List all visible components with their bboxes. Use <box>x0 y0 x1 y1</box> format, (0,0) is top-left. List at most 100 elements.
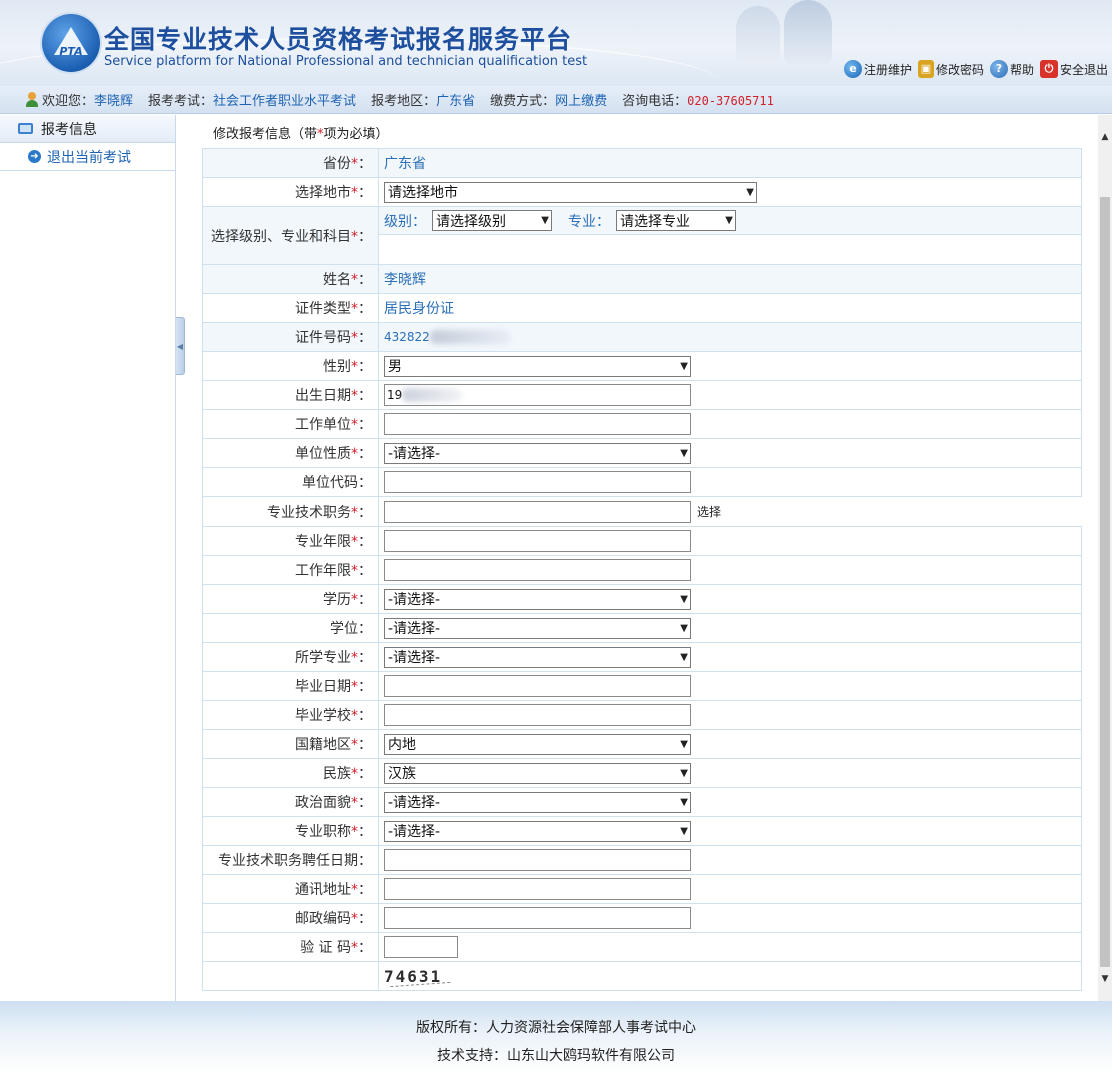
title-job-input[interactable] <box>384 500 691 523</box>
nationality-select[interactable]: 内地 ▼ <box>384 733 691 755</box>
form-row-level-major: 选择级别、专业和科目*： 级别： 请选择级别 ▼ 专业： 请选择专业 ▼ <box>202 206 1082 265</box>
form-row-address: 通讯地址*： <box>202 874 1082 904</box>
form-row-appoint-date: 专业技术职务聘任日期： <box>202 845 1082 875</box>
form-row-id-type: 证件类型*： 居民身份证 <box>202 293 1082 323</box>
ethnic-select[interactable]: 汉族 ▼ <box>384 762 691 784</box>
site-subtitle: Service platform for National Profession… <box>104 54 588 69</box>
monitor-icon <box>18 123 33 134</box>
level-select[interactable]: 请选择级别 ▼ <box>432 210 552 231</box>
pro-title-select[interactable]: -请选择- ▼ <box>384 820 691 842</box>
chevron-down-icon: ▼ <box>680 651 688 663</box>
form-row-gender: 性别*： 男 ▼ <box>202 351 1082 381</box>
form-row-birth-date: 出生日期*： 19 <box>202 380 1082 410</box>
form-row-id-number: 证件号码*： 432822 <box>202 322 1082 352</box>
sidebar-header[interactable]: 报考信息 <box>0 115 175 143</box>
vertical-scrollbar[interactable]: ▲ ▼ <box>1098 115 1112 1001</box>
form-row-grad-date: 毕业日期*： <box>202 671 1082 701</box>
redacted-block <box>402 388 463 402</box>
education-select[interactable]: -请选择- ▼ <box>384 588 691 610</box>
school-input[interactable] <box>384 704 691 726</box>
chevron-down-icon: ▼ <box>680 622 688 634</box>
work-years-input[interactable] <box>384 559 691 581</box>
arrow-right-icon: ➜ <box>28 150 41 163</box>
help-icon: ? <box>989 60 1008 78</box>
form-row-pro-title: 专业职称*： -请选择- ▼ <box>202 816 1082 846</box>
captcha-image[interactable]: 74631 <box>384 967 451 987</box>
sidebar-collapse-handle[interactable]: ◀ <box>176 317 185 375</box>
form-row-province: 省份*： 广东省 <box>202 148 1082 178</box>
chevron-down-icon: ▼ <box>680 360 688 372</box>
form-row-unit-code: 单位代码： <box>202 467 1082 497</box>
form-row-title-job: 专业技术职务*： 选择 <box>202 496 1082 527</box>
chevron-down-icon: ▼ <box>680 447 688 459</box>
form-row-school: 毕业学校*： <box>202 700 1082 730</box>
registration-form: 省份*： 广东省 选择地市*： 请选择地市 ▼ 选择级别、专业和科目*： 级别： … <box>202 148 1082 991</box>
power-icon: ⏻ <box>1039 60 1058 78</box>
logout-link[interactable]: ⏻ 安全退出 <box>1039 60 1108 78</box>
form-row-name: 姓名*： 李晓辉 <box>202 264 1082 294</box>
form-row-nationality: 国籍地区*： 内地 ▼ <box>202 729 1082 759</box>
help-link[interactable]: ? 帮助 <box>989 60 1034 78</box>
form-row-postcode: 邮政编码*： <box>202 903 1082 933</box>
chevron-down-icon: ▼ <box>680 593 688 605</box>
unit-code-input[interactable] <box>384 471 691 493</box>
exam-region: 广东省 <box>436 94 476 109</box>
redacted-block <box>429 330 510 344</box>
hotline-phone: 020-37605711 <box>687 94 774 108</box>
chevron-down-icon: ▼ <box>680 738 688 750</box>
user-name: 李晓辉 <box>94 94 134 109</box>
gender-select[interactable]: 男 ▼ <box>384 355 691 377</box>
province-value: 广东省 <box>378 148 1082 178</box>
chevron-down-icon: ▼ <box>541 215 549 226</box>
form-row-education: 学历*： -请选择- ▼ <box>202 584 1082 614</box>
address-input[interactable] <box>384 878 691 900</box>
form-row-employer: 工作单位*： <box>202 409 1082 439</box>
studied-major-select[interactable]: -请选择- ▼ <box>384 646 691 668</box>
postcode-input[interactable] <box>384 907 691 929</box>
form-row-major-years: 专业年限*： <box>202 526 1082 556</box>
site-title: 全国专业技术人员资格考试报名服务平台 <box>104 25 573 54</box>
form-row-captcha-image: 74631 <box>202 961 1082 991</box>
copyright-text: 版权所有：人力资源社会保障部人事考试中心 <box>416 1020 696 1036</box>
title-job-pick-link[interactable]: 选择 <box>697 503 721 520</box>
sidebar-item-exit-exam[interactable]: ➜ 退出当前考试 <box>0 143 175 171</box>
captcha-input[interactable] <box>384 936 458 958</box>
page-header: PTA 全国专业技术人员资格考试报名服务平台 Service platform … <box>0 0 1112 86</box>
pta-logo: PTA <box>42 14 100 72</box>
chevron-down-icon: ▼ <box>680 796 688 808</box>
scroll-down-icon[interactable]: ▼ <box>1098 971 1112 988</box>
globe-icon: e <box>843 60 862 78</box>
change-password-link[interactable]: ▣ 修改密码 <box>917 60 984 78</box>
register-maintain-link[interactable]: e 注册维护 <box>843 60 912 78</box>
chevron-down-icon: ▼ <box>680 767 688 779</box>
user-info-bar: 欢迎您：李晓辉 报考考试：社会工作者职业水平考试 报考地区：广东省 缴费方式：网… <box>0 86 1112 114</box>
city-select[interactable]: 请选择地市 ▼ <box>384 181 757 203</box>
form-row-captcha: 验 证 码*： <box>202 932 1082 962</box>
payment-method: 网上缴费 <box>555 94 608 109</box>
chevron-down-icon: ▼ <box>746 186 754 198</box>
unit-type-select[interactable]: -请选择- ▼ <box>384 442 691 464</box>
lock-icon: ▣ <box>917 60 934 78</box>
id-number-value: 432822 <box>384 330 430 344</box>
main-content: 修改报考信息（带*项为必填） 省份*： 广东省 选择地市*： 请选择地市 ▼ 选择… <box>186 115 1098 1001</box>
major-years-input[interactable] <box>384 530 691 552</box>
scroll-thumb[interactable] <box>1100 197 1110 967</box>
form-row-work-years: 工作年限*： <box>202 555 1082 585</box>
exam-name: 社会工作者职业水平考试 <box>213 94 357 109</box>
appoint-date-input[interactable] <box>384 849 691 871</box>
birth-date-input[interactable]: 19 <box>384 384 691 406</box>
form-row-studied-major: 所学专业*： -请选择- ▼ <box>202 642 1082 672</box>
user-icon <box>25 92 39 108</box>
grad-date-input[interactable] <box>384 675 691 697</box>
form-row-ethnic: 民族*： 汉族 ▼ <box>202 758 1082 788</box>
degree-select[interactable]: -请选择- ▼ <box>384 617 691 639</box>
major-select[interactable]: 请选择专业 ▼ <box>616 210 736 231</box>
top-links: e 注册维护 ▣ 修改密码 ? 帮助 ⏻ 安全退出 <box>843 60 1108 78</box>
form-title: 修改报考信息（带*项为必填） <box>213 127 389 142</box>
form-row-degree: 学位： -请选择- ▼ <box>202 613 1082 643</box>
form-row-city: 选择地市*： 请选择地市 ▼ <box>202 177 1082 207</box>
scroll-up-icon[interactable]: ▲ <box>1098 129 1112 146</box>
employer-input[interactable] <box>384 413 691 435</box>
politics-select[interactable]: -请选择- ▼ <box>384 791 691 813</box>
chevron-down-icon: ▼ <box>680 825 688 837</box>
